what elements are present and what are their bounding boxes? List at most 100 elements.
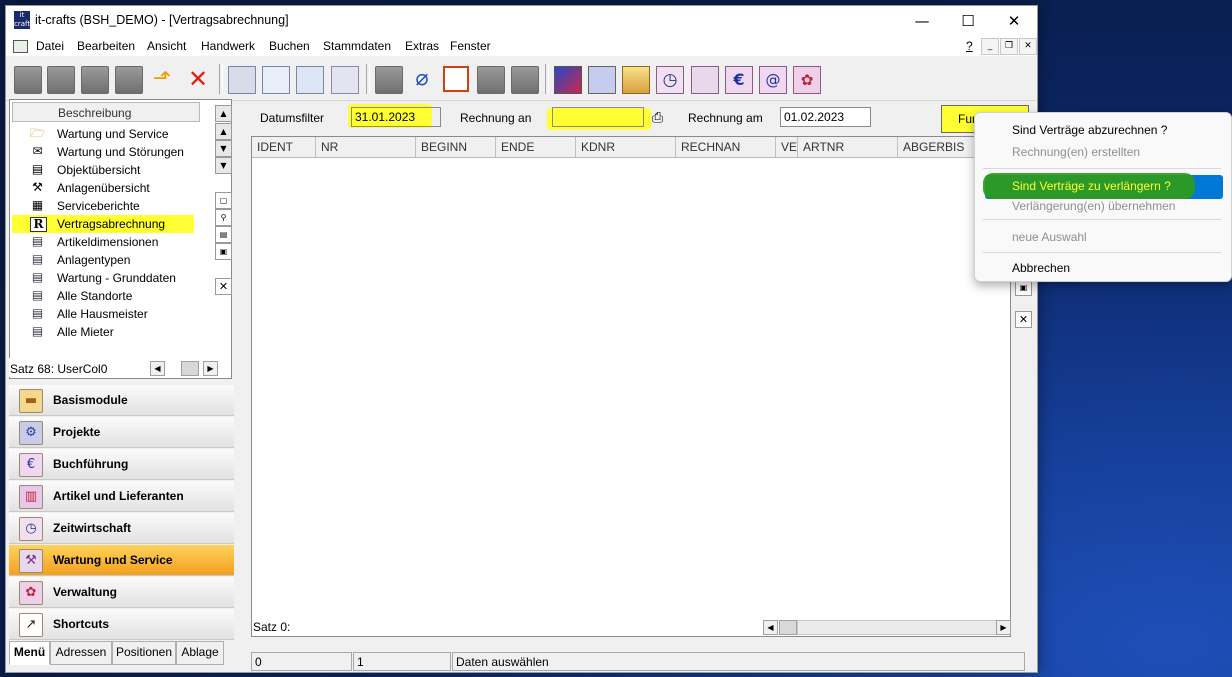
address-lookup-icon[interactable]: ⎙ [652, 110, 663, 126]
edit-record-icon[interactable] [47, 66, 75, 94]
articles-icon[interactable] [554, 66, 582, 94]
nav-buchführung[interactable]: € Buchführung [9, 449, 234, 480]
menu-item-verlaengern[interactable]: Sind Verträge zu verlängern ? [975, 175, 1231, 197]
nav-shortcuts[interactable]: ↗ Shortcuts [9, 609, 234, 640]
tree-item[interactable]: ▤ Objektübersicht [12, 161, 198, 179]
note-icon[interactable] [375, 66, 403, 94]
column-header-abgerbis[interactable]: ABGERBIS [898, 137, 978, 157]
tree-item[interactable]: ▤ Alle Mieter [12, 323, 198, 341]
tab-ablage[interactable]: Ablage [176, 641, 224, 665]
tab-adressen[interactable]: Adressen [50, 641, 112, 665]
scroll-up-icon[interactable]: ▲ [215, 123, 232, 140]
menu-extras[interactable]: Extras [405, 39, 439, 53]
menu-help[interactable]: ? [966, 39, 973, 53]
mdi-minimize-button[interactable]: _ [981, 38, 999, 55]
email-icon[interactable]: @ [759, 66, 787, 94]
h-scroll-thumb[interactable] [181, 361, 199, 376]
menu-datei[interactable]: Datei [36, 39, 64, 53]
rechnung-am-input[interactable]: 01.02.2023 [780, 107, 871, 127]
grid-h-scroll-thumb[interactable] [779, 620, 797, 635]
column-header-ende[interactable]: ENDE [496, 137, 576, 157]
service-toolbar-icon[interactable] [691, 66, 719, 94]
tree-item[interactable]: ▦ Serviceberichte [12, 197, 198, 215]
rechnung-an-input[interactable] [552, 107, 644, 127]
list-edit-icon[interactable] [296, 66, 324, 94]
menu-handwerk[interactable]: Handwerk [201, 39, 255, 53]
column-header-beginn[interactable]: BEGINN [416, 137, 496, 157]
tab-positionen[interactable]: Positionen [112, 641, 176, 665]
label-icon[interactable] [477, 66, 505, 94]
column-header-rechnan[interactable]: RECHNAN [676, 137, 776, 157]
nav-wartung-und-service[interactable]: ⚒ Wartung und Service [9, 545, 234, 576]
column-header-kdnr[interactable]: KDNR [576, 137, 676, 157]
new-record-icon[interactable] [14, 66, 42, 94]
mdi-close-button[interactable]: ✕ [1019, 38, 1037, 55]
attachment-icon[interactable]: ⌀ [409, 66, 435, 92]
title-bar[interactable]: it crafts it-crafts (BSH_DEMO) - [Vertra… [6, 6, 1037, 36]
maximize-button[interactable]: ☐ [945, 6, 991, 36]
export-arrow-icon[interactable]: ⬏ [149, 66, 175, 92]
grid-clear-icon[interactable]: ✕ [1015, 311, 1032, 328]
copy-icon[interactable] [115, 66, 143, 94]
window-icon[interactable] [262, 66, 290, 94]
tree-item[interactable]: ▤ Wartung - Grunddaten [12, 269, 198, 287]
tree-item[interactable]: ▤ Anlagentypen [12, 251, 198, 269]
tree-column-header[interactable]: Beschreibung [12, 102, 200, 122]
menu-separator [983, 168, 1221, 169]
table-icon: ▤ [31, 306, 44, 320]
column-header-nr[interactable]: NR [316, 137, 416, 157]
tree-item[interactable]: 🗁 Wartung und Service [12, 125, 198, 143]
column-header-ve[interactable]: VE [776, 137, 798, 157]
scroll-bottom-icon[interactable]: ▼ [215, 157, 232, 174]
delete-icon[interactable]: ✕ [185, 66, 211, 92]
menu-item-abzurechnen[interactable]: Sind Verträge abzurechnen ? [975, 119, 1231, 141]
print-icon[interactable]: ▤ [215, 226, 232, 243]
tree-item[interactable]: ⚒ Anlagenübersicht [12, 179, 198, 197]
search-icon[interactable]: ⚲ [215, 209, 232, 226]
menu-buchen[interactable]: Buchen [269, 39, 310, 53]
scroll-top-icon[interactable]: ▲ [215, 105, 232, 122]
tree-item[interactable]: ▤ Alle Hausmeister [12, 305, 198, 323]
address-card-icon[interactable] [228, 66, 256, 94]
projects-icon[interactable] [588, 66, 616, 94]
menu-stammdaten[interactable]: Stammdaten [323, 39, 391, 53]
time-icon[interactable]: ◷ [656, 66, 684, 94]
nav-basismodule[interactable]: ▬ Basismodule [9, 385, 234, 416]
menu-ansicht[interactable]: Ansicht [147, 39, 186, 53]
nav-verwaltung[interactable]: ✿ Verwaltung [9, 577, 234, 608]
column-header-ident[interactable]: IDENT [252, 137, 316, 157]
disk-icon[interactable]: ▣ [215, 243, 232, 260]
modules-icon[interactable] [622, 66, 650, 94]
nav-projekte[interactable]: ⚙ Projekte [9, 417, 234, 448]
folder-gray-icon[interactable] [511, 66, 539, 94]
new-doc-icon[interactable]: ▢ [215, 192, 232, 209]
euro-toolbar-icon[interactable]: € [725, 66, 753, 94]
settings-window-icon[interactable] [331, 66, 359, 94]
table-view-icon[interactable] [443, 66, 469, 92]
nav-zeitwirtschaft[interactable]: ◷ Zeitwirtschaft [9, 513, 234, 544]
grid-scroll-left-icon[interactable]: ◀ [763, 620, 778, 635]
mdi-restore-button[interactable]: ❐ [1000, 38, 1018, 55]
clear-icon[interactable]: ✕ [215, 278, 232, 295]
grid-scroll-right-icon[interactable]: ▶ [996, 620, 1011, 635]
tree-item[interactable]: ✉ Wartung und Störungen [12, 143, 198, 161]
tree-item[interactable]: R Vertragsabrechnung [12, 215, 194, 233]
scroll-down-icon[interactable]: ▼ [215, 140, 232, 157]
tree-item[interactable]: ▤ Alle Standorte [12, 287, 198, 305]
tree-item[interactable]: ▤ Artikeldimensionen [12, 233, 198, 251]
minimize-button[interactable]: — [899, 6, 945, 36]
grid-h-scroll-track[interactable] [797, 620, 999, 635]
menu-fenster[interactable]: Fenster [450, 39, 491, 53]
menu-item-abbrechen[interactable]: Abbrechen [975, 257, 1231, 279]
scroll-right-icon[interactable]: ▶ [203, 361, 218, 376]
column-header-artnr[interactable]: ARTNR [798, 137, 898, 157]
admin-icon[interactable]: ✿ [793, 66, 821, 94]
save-icon[interactable] [81, 66, 109, 94]
close-button[interactable]: ✕ [991, 6, 1037, 36]
tab-men-[interactable]: Menü [9, 641, 50, 665]
menu-bearbeiten[interactable]: Bearbeiten [77, 39, 135, 53]
datumsfilter-input[interactable]: 31.01.2023 [351, 107, 441, 127]
nav-artikel-und-lieferanten[interactable]: ▥ Artikel und Lieferanten [9, 481, 234, 512]
document-menu-icon[interactable] [13, 40, 28, 53]
scroll-left-icon[interactable]: ◀ [150, 361, 165, 376]
